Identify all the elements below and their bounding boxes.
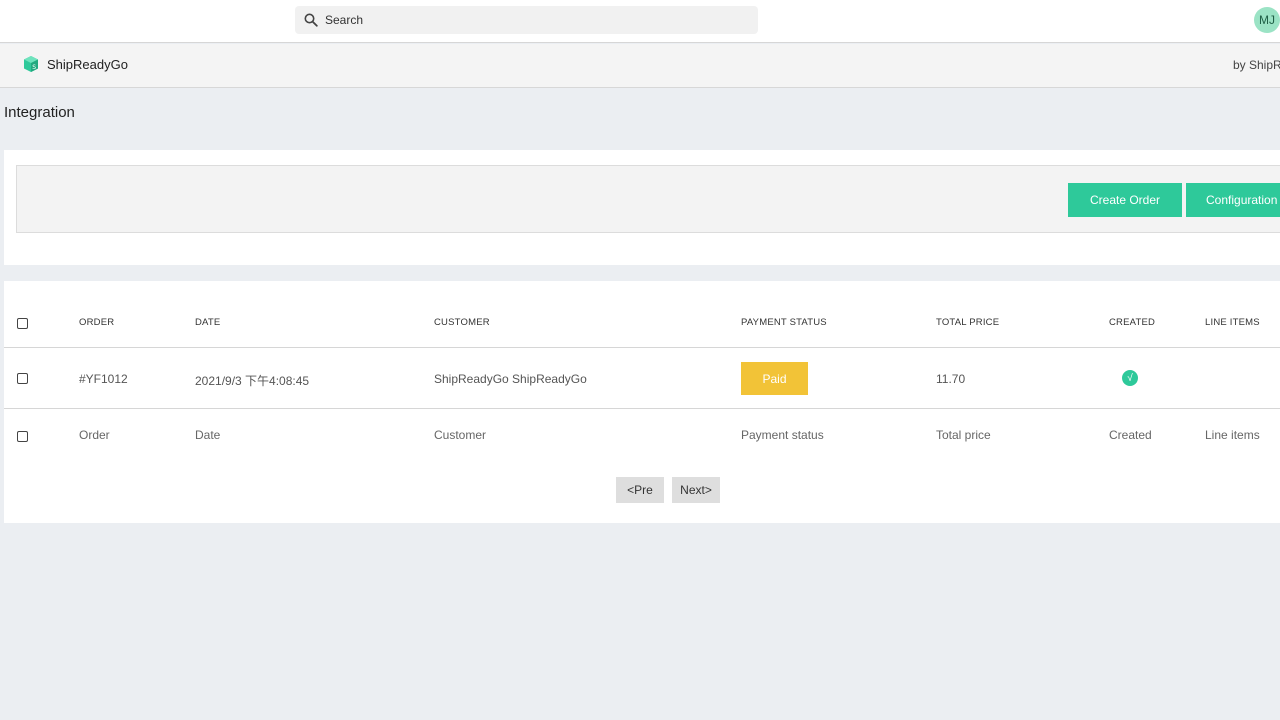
previous-page-button[interactable]: <Pre xyxy=(616,477,664,503)
order-date: 2021/9/3 下午4:08:45 xyxy=(195,374,310,388)
table-footer-row: Order Date Customer Payment status Total… xyxy=(4,409,1280,463)
create-order-button[interactable]: Create Order xyxy=(1068,183,1182,217)
orders-table: ORDER DATE CUSTOMER PAYMENT STATUS TOTAL… xyxy=(4,281,1280,523)
select-all-checkbox[interactable] xyxy=(17,318,28,329)
created-check-icon: √ xyxy=(1122,370,1138,386)
search-input[interactable] xyxy=(325,7,725,33)
order-total-price: 11.70 xyxy=(936,372,966,386)
header-line-items[interactable]: LINE ITEMS xyxy=(1205,317,1260,328)
header-payment-status[interactable]: PAYMENT STATUS xyxy=(741,317,827,328)
table-row[interactable]: #YF1012 2021/9/3 下午4:08:45 ShipReadyGo S… xyxy=(4,348,1280,409)
header-total-price[interactable]: TOTAL PRICE xyxy=(936,317,999,328)
app-name: ShipReadyGo xyxy=(47,56,128,72)
footer-checkbox[interactable] xyxy=(17,431,28,442)
payment-status-badge: Paid xyxy=(741,362,808,395)
footer-total-price: Total price xyxy=(936,428,991,442)
app-logo-icon: S xyxy=(22,55,40,73)
footer-created: Created xyxy=(1109,428,1152,442)
action-card: Create Order Configuration xyxy=(4,150,1280,265)
app-brand[interactable]: S ShipReadyGo xyxy=(22,55,128,73)
action-toolbar: Create Order Configuration xyxy=(16,165,1280,233)
order-customer: ShipReadyGo ShipReadyGo xyxy=(434,372,587,386)
footer-payment-status: Payment status xyxy=(741,428,824,442)
next-page-button[interactable]: Next> xyxy=(672,477,720,503)
table-header-row: ORDER DATE CUSTOMER PAYMENT STATUS TOTAL… xyxy=(4,281,1280,348)
page-title: Integration xyxy=(4,104,75,121)
header-created[interactable]: CREATED xyxy=(1109,317,1155,328)
app-vendor-text: by ShipRe xyxy=(1233,58,1280,72)
header-order[interactable]: ORDER xyxy=(79,317,114,328)
row-checkbox[interactable] xyxy=(17,373,28,384)
search-icon xyxy=(297,6,325,34)
header-customer[interactable]: CUSTOMER xyxy=(434,317,490,328)
configuration-button[interactable]: Configuration xyxy=(1186,183,1280,217)
footer-order: Order xyxy=(79,428,110,442)
top-bar: MJ xyxy=(0,0,1280,43)
svg-text:S: S xyxy=(32,64,36,71)
footer-date: Date xyxy=(195,428,221,442)
footer-line-items: Line items xyxy=(1205,428,1260,442)
footer-customer: Customer xyxy=(434,428,487,442)
header-date[interactable]: DATE xyxy=(195,317,220,328)
search-box[interactable] xyxy=(295,6,758,34)
order-number[interactable]: #YF1012 xyxy=(79,372,128,386)
user-avatar[interactable]: MJ xyxy=(1254,7,1280,33)
app-header: S ShipReadyGo by ShipRe xyxy=(0,44,1280,88)
